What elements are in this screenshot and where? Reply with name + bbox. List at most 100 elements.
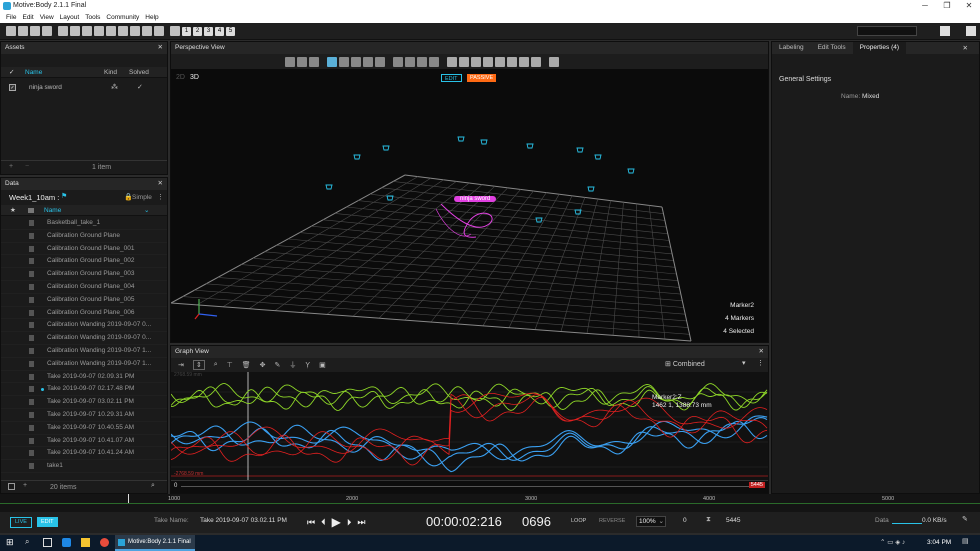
- translate-icon[interactable]: [339, 56, 349, 67]
- star-icon[interactable]: ★: [10, 205, 16, 216]
- layout-2-button[interactable]: 2: [193, 26, 202, 36]
- column-kind[interactable]: Kind: [104, 67, 117, 78]
- menu-layout[interactable]: Layout: [60, 14, 80, 21]
- ruler-icon[interactable]: [429, 56, 439, 67]
- skip-end-icon[interactable]: ⏭: [357, 517, 365, 528]
- data-list-item[interactable]: Calibration Wanding 2019-09-07 1...: [1, 358, 167, 371]
- live-button[interactable]: LIVE: [10, 517, 32, 528]
- data-list-item[interactable]: Take 2019-09-07 02.17.48 PM: [1, 383, 167, 397]
- snap-icon[interactable]: [393, 56, 403, 67]
- more-icon[interactable]: ⋮: [757, 359, 764, 367]
- layout-3-button[interactable]: 3: [204, 26, 213, 36]
- graph-plot[interactable]: 2768.59 mm -2768.59 mm Marker2:Z 1462 1,…: [170, 372, 768, 480]
- data-list-item[interactable]: Take 2019-09-07 02.09.31 PM: [1, 371, 167, 384]
- speed-select[interactable]: 100% ⌄: [636, 516, 666, 527]
- row-checkbox[interactable]: [29, 283, 34, 290]
- close-icon[interactable]: ✕: [956, 43, 975, 55]
- fit-icon[interactable]: ⇕: [192, 360, 205, 370]
- options-icon[interactable]: ▣: [319, 361, 326, 369]
- column-solved[interactable]: Solved: [129, 67, 149, 78]
- pin-icon[interactable]: ⇥: [178, 361, 184, 369]
- flag-icon[interactable]: ⚑: [61, 192, 67, 200]
- menu-community[interactable]: Community: [106, 14, 139, 21]
- row-checkbox[interactable]: [29, 386, 34, 393]
- markers-icon[interactable]: [459, 56, 469, 67]
- data-list-item[interactable]: Calibration Ground Plane: [1, 230, 167, 243]
- range-icon[interactable]: ⊤: [227, 361, 233, 369]
- database-icon[interactable]: [82, 26, 92, 36]
- data-list-item[interactable]: Take 2019-09-07 03.02.11 PM: [1, 396, 167, 409]
- data-list-item[interactable]: Calibration Ground Plane_006: [1, 307, 167, 320]
- minimize-icon[interactable]: ─: [914, 0, 936, 12]
- start-icon[interactable]: ⊞: [6, 537, 14, 548]
- grid-icon[interactable]: [142, 26, 152, 36]
- menu-view[interactable]: View: [40, 14, 54, 21]
- step-back-icon[interactable]: ⏴: [321, 517, 326, 528]
- zoom-selected-icon[interactable]: [309, 56, 319, 67]
- folder-icon[interactable]: [81, 538, 90, 547]
- play-icon[interactable]: ▶: [332, 515, 341, 529]
- pivot-icon[interactable]: [417, 56, 427, 67]
- row-checkbox[interactable]: [29, 411, 34, 418]
- data-list-item[interactable]: Basketball_take_1: [1, 217, 167, 230]
- layout-1-button[interactable]: 1: [182, 26, 191, 36]
- menu-help[interactable]: Help: [145, 14, 158, 21]
- help-icon[interactable]: [966, 26, 976, 36]
- view-mode[interactable]: Simple: [132, 194, 152, 201]
- zoom-icon[interactable]: ⌕: [214, 361, 218, 369]
- chrome-icon[interactable]: [100, 538, 109, 547]
- row-checkbox[interactable]: [29, 424, 34, 431]
- range-end[interactable]: 5445: [748, 482, 765, 488]
- menu-file[interactable]: File: [6, 14, 16, 21]
- end-frame[interactable]: 5445: [726, 517, 740, 524]
- data-list-item[interactable]: Calibration Ground Plane_001: [1, 243, 167, 256]
- remove-icon[interactable]: −: [25, 163, 29, 170]
- row-checkbox[interactable]: [29, 360, 34, 367]
- row-checkbox[interactable]: [29, 220, 34, 226]
- camera-marker[interactable]: [594, 154, 602, 160]
- delete-icon[interactable]: 🗑: [242, 361, 251, 369]
- range-start[interactable]: 0: [174, 483, 177, 489]
- camera-icon[interactable]: [58, 26, 68, 36]
- name-value[interactable]: Mixed: [862, 93, 879, 100]
- save-all-icon[interactable]: [42, 26, 52, 36]
- layout-5-button[interactable]: 5: [226, 26, 235, 36]
- document-icon[interactable]: [94, 26, 104, 36]
- data-list-item[interactable]: Calibration Ground Plane_004: [1, 281, 167, 294]
- body-icon[interactable]: [154, 26, 164, 36]
- rigid-bodies-icon[interactable]: [483, 56, 493, 67]
- row-checkbox[interactable]: [29, 296, 34, 303]
- add-icon[interactable]: +: [23, 482, 27, 489]
- checkbox-icon[interactable]: ✓: [9, 67, 14, 78]
- camera-marker[interactable]: [325, 184, 333, 190]
- row-checkbox[interactable]: [29, 463, 34, 470]
- skip-start-icon[interactable]: ⏮: [307, 517, 315, 528]
- asset-label[interactable]: ninja sword: [454, 196, 497, 202]
- tray-icons[interactable]: ⌃ ▭ ◈ ♪: [880, 538, 905, 546]
- checkbox-icon[interactable]: [28, 208, 34, 213]
- row-checkbox[interactable]: [29, 232, 34, 239]
- move-icon[interactable]: ✥: [260, 361, 266, 369]
- data-list-item[interactable]: Take 2019-09-07 10.40.55 AM: [1, 422, 167, 435]
- chevron-down-icon[interactable]: ▾: [742, 359, 746, 367]
- info-icon[interactable]: [118, 26, 128, 36]
- layout-4-button[interactable]: 4: [215, 26, 224, 36]
- camera-marker[interactable]: [353, 154, 361, 160]
- panel-toggle-icon[interactable]: [8, 483, 15, 490]
- open-icon[interactable]: [18, 26, 28, 36]
- step-forward-icon[interactable]: ⏵: [347, 517, 352, 528]
- zoom-fit-icon[interactable]: [285, 56, 295, 67]
- chevron-down-icon[interactable]: ⌄: [144, 205, 149, 216]
- start-frame[interactable]: 0: [683, 517, 687, 524]
- close-icon[interactable]: ✕: [158, 178, 163, 190]
- data-list-item[interactable]: take1: [1, 460, 167, 473]
- tab-labeling[interactable]: Labeling: [772, 42, 811, 54]
- loop-button[interactable]: LOOP: [571, 518, 586, 524]
- edge-icon[interactable]: [62, 538, 71, 547]
- graph-range-bar[interactable]: 0 5445: [171, 480, 768, 493]
- rotate-icon[interactable]: [351, 56, 361, 67]
- notification-icon[interactable]: ▤: [962, 537, 969, 545]
- close-icon[interactable]: ✕: [759, 346, 764, 358]
- layout-dropdown[interactable]: ⊞ Combined: [665, 360, 705, 368]
- data-list-item[interactable]: Take 2019-09-07 10.29.31 AM: [1, 409, 167, 422]
